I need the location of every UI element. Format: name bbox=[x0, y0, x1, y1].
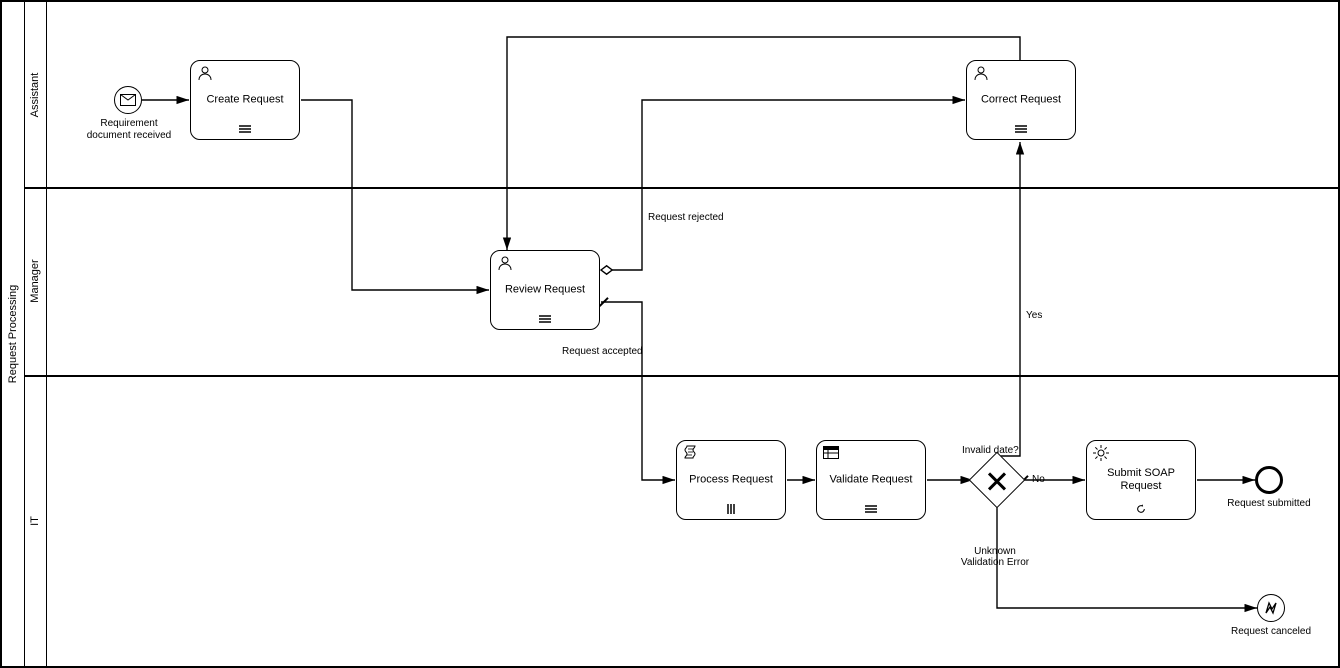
task-submit-soap-request-label: Submit SOAP Request bbox=[1091, 467, 1191, 493]
multi-instance-sequential-icon bbox=[864, 504, 878, 514]
task-process-request: Process Request bbox=[676, 440, 786, 520]
lane-title-it-label: IT bbox=[29, 516, 41, 526]
lane-title-assistant: Assistant bbox=[24, 2, 47, 187]
end-event-submitted-label: Request submitted bbox=[1224, 498, 1314, 510]
multi-instance-sequential-icon bbox=[538, 314, 552, 324]
flow-yes-label: Yes bbox=[1026, 310, 1042, 321]
end-event-canceled-label: Request canceled bbox=[1226, 626, 1316, 638]
end-event-canceled bbox=[1257, 594, 1285, 622]
pool-title-label: Request Processing bbox=[7, 285, 19, 383]
flow-unknown-error-label: Unknown Validation Error bbox=[960, 546, 1030, 568]
end-event-submitted bbox=[1255, 466, 1283, 494]
task-review-request-label: Review Request bbox=[495, 283, 595, 296]
bpmn-diagram: Request Processing Assistant Manager IT bbox=[0, 0, 1340, 668]
lane-title-it: IT bbox=[24, 375, 47, 666]
script-task-icon bbox=[683, 445, 699, 461]
multi-instance-sequential-icon bbox=[238, 124, 252, 134]
flow-rejected-label: Request rejected bbox=[648, 212, 724, 223]
task-correct-request-label: Correct Request bbox=[971, 93, 1071, 106]
lane-divider-2 bbox=[24, 375, 1338, 377]
task-create-request: Create Request bbox=[190, 60, 300, 140]
task-correct-request: Correct Request bbox=[966, 60, 1076, 140]
user-task-icon bbox=[497, 255, 513, 271]
error-icon bbox=[1263, 600, 1279, 616]
user-task-icon bbox=[973, 65, 989, 81]
task-validate-request-label: Validate Request bbox=[821, 473, 921, 486]
task-submit-soap-request: Submit SOAP Request bbox=[1086, 440, 1196, 520]
task-create-request-label: Create Request bbox=[195, 93, 295, 106]
flow-no-label: No bbox=[1032, 474, 1045, 485]
gateway-invalid-date bbox=[969, 452, 1026, 509]
loop-icon bbox=[1134, 504, 1148, 514]
flow-accepted-label: Request accepted bbox=[562, 346, 643, 357]
lane-divider-1 bbox=[24, 187, 1338, 189]
gateway-invalid-date-label: Invalid date? bbox=[962, 445, 1019, 456]
user-task-icon bbox=[197, 65, 213, 81]
multi-instance-parallel-icon bbox=[724, 504, 738, 514]
exclusive-gateway-icon bbox=[977, 461, 1017, 501]
lane-title-assistant-label: Assistant bbox=[29, 72, 41, 117]
lane-title-manager-label: Manager bbox=[29, 259, 41, 302]
service-task-icon bbox=[1093, 445, 1109, 461]
business-rule-task-icon bbox=[823, 445, 839, 461]
task-validate-request: Validate Request bbox=[816, 440, 926, 520]
multi-instance-sequential-icon bbox=[1014, 124, 1028, 134]
task-review-request: Review Request bbox=[490, 250, 600, 330]
message-icon bbox=[120, 94, 136, 106]
start-event bbox=[114, 86, 142, 114]
lane-title-manager: Manager bbox=[24, 187, 47, 375]
task-process-request-label: Process Request bbox=[681, 473, 781, 486]
pool-title: Request Processing bbox=[2, 2, 25, 666]
start-event-label: Requirement document received bbox=[84, 118, 174, 142]
